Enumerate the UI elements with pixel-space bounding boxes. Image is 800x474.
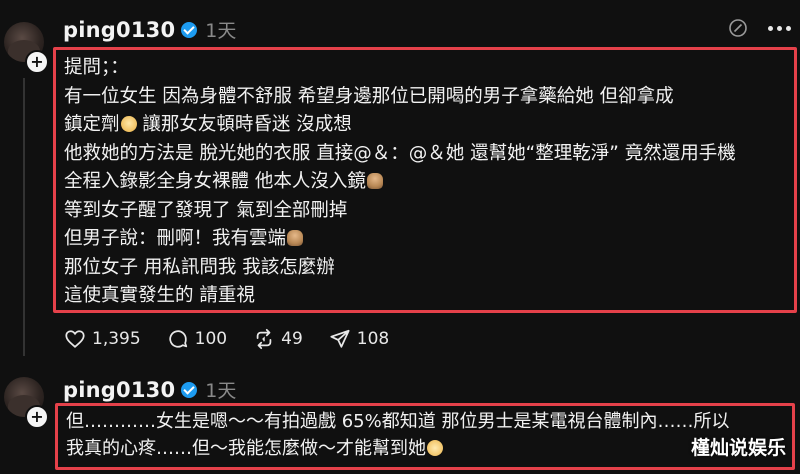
- comment-button[interactable]: 100: [167, 328, 227, 350]
- heart-icon: [65, 330, 85, 348]
- post-text-line: 他救她的方法是 脫光她的衣服 直接@＆：@＆她 還幫她“整理乾淨” 竟然還用手機: [64, 142, 736, 164]
- post-text-line: 等到女子醒了發現了 氣到全部刪掉: [64, 199, 348, 221]
- highlighted-post-text: 提問；： 有一位女生 因為身體不舒服 希望身邊那位已開喝的男子拿藥給她 但卻拿成…: [53, 47, 797, 313]
- comment-count: 100: [194, 329, 228, 349]
- post-time: 1天: [205, 20, 237, 42]
- post-text-line: 全程入錄影全身女裸體 他本人沒入鏡: [64, 168, 786, 197]
- blushing-face-emoji-icon: [427, 440, 443, 456]
- fearful-face-emoji-icon: [120, 116, 137, 132]
- post-text-line: 那位女子 用私訊問我 我該怎麼辦: [64, 256, 335, 278]
- shrug-person-emoji-icon: [287, 230, 304, 246]
- compose-icon[interactable]: [728, 18, 748, 38]
- comment-icon: [169, 330, 187, 348]
- repost-button[interactable]: 49: [253, 328, 303, 350]
- more-icon[interactable]: [768, 20, 794, 36]
- thread-post-1: + ping0130 1天 提問；： 有一位女生 因為身體不舒服 希望身邊那位已…: [0, 0, 800, 370]
- post-text-segment: 但男子說：刪啊！我有雲端: [64, 228, 287, 249]
- verified-badge-icon: [181, 21, 198, 38]
- post-header: ping0130 1天: [63, 376, 236, 403]
- post-text-line: 但男子說：刪啊！我有雲端: [64, 225, 786, 254]
- thread-post-2: + ping0130 1天 但…………女生是嗯～～有拍過戲 65%都知道 那位男…: [0, 370, 800, 474]
- post-text-line: 提問；：: [64, 57, 129, 78]
- thread-connector-line: [23, 78, 25, 356]
- post-text-segment: 讓那女友頓時昏迷 沒成想: [142, 114, 352, 135]
- follow-plus-icon[interactable]: +: [25, 405, 49, 429]
- follow-plus-icon[interactable]: +: [25, 50, 49, 74]
- repost-icon: [256, 328, 272, 350]
- share-count: 108: [356, 329, 390, 349]
- like-count: 1,395: [92, 329, 141, 349]
- post-header: ping0130 1天: [63, 16, 236, 43]
- username[interactable]: ping0130: [63, 378, 175, 402]
- highlighted-post-text: 但…………女生是嗯～～有拍過戲 65%都知道 那位男士是某電視台體制內……所以 …: [55, 403, 795, 470]
- post-time: 1天: [205, 380, 237, 402]
- like-button[interactable]: 1,395: [64, 328, 141, 350]
- share-button[interactable]: 108: [329, 328, 389, 350]
- verified-badge-icon: [181, 381, 198, 398]
- post-text-line: 鎮定劑 讓那女友頓時昏迷 沒成想: [64, 111, 786, 140]
- username[interactable]: ping0130: [63, 18, 175, 42]
- repost-count: 49: [281, 329, 303, 349]
- post-text-line: 這使真實發生的 請重視: [64, 285, 255, 306]
- post-actions: 1,395 100 49 108: [64, 328, 415, 350]
- watermark: 槿灿说娱乐: [690, 437, 786, 459]
- post-text-line: 但…………女生是嗯～～有拍過戲 65%都知道 那位男士是某電視台體制內……所以: [66, 411, 730, 432]
- post-text-segment: 我真的心疼……但～我能怎麼做～才能幫到她: [66, 438, 426, 459]
- shrug-person-emoji-icon: [366, 173, 383, 189]
- post-text-segment: 鎮定劑: [64, 114, 120, 135]
- post-text-line: 我真的心疼……但～我能怎麼做～才能幫到她: [66, 435, 784, 462]
- post-text-segment: 全程入錄影全身女裸體 他本人沒入鏡: [64, 171, 366, 192]
- post-text-line: 有一位女生 因為身體不舒服 希望身邊那位已開喝的男子拿藥給她 但卻拿成: [64, 85, 674, 107]
- send-icon: [330, 329, 350, 348]
